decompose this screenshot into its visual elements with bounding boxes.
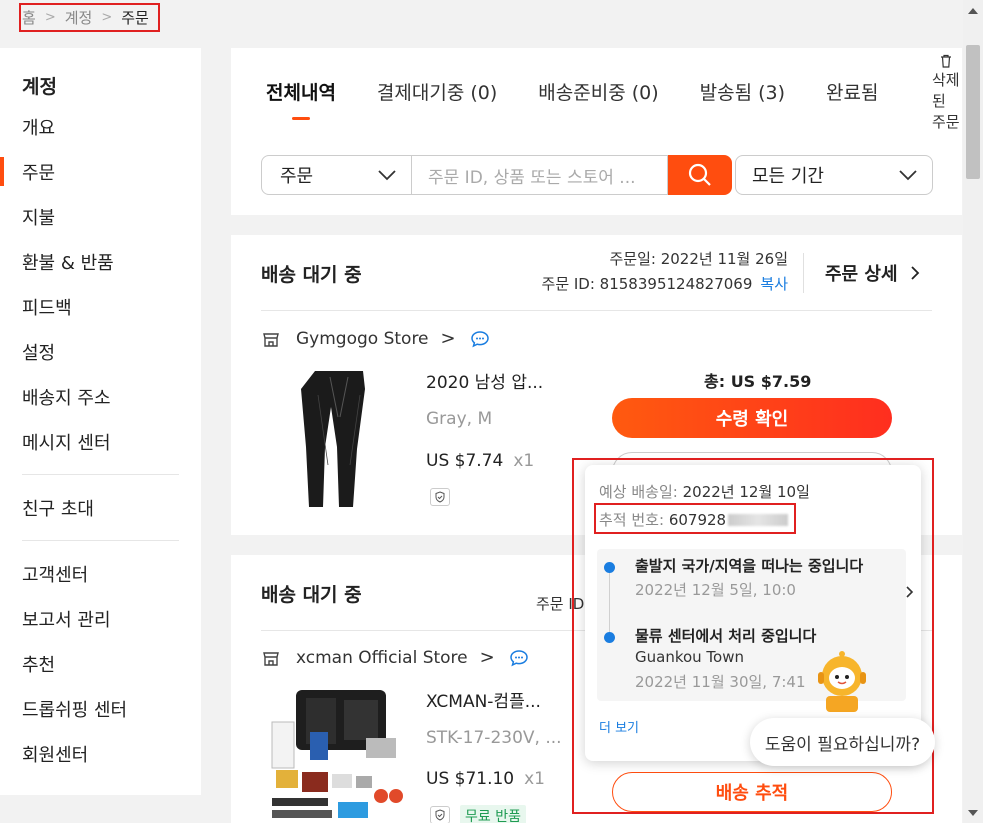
ski-wax-kit-image xyxy=(266,682,412,823)
store-icon xyxy=(263,651,279,666)
divider xyxy=(803,253,804,293)
tab-preparing[interactable]: 배송준비중 (0) xyxy=(538,78,658,105)
order-status: 배송 대기 중 xyxy=(261,584,362,606)
order-total: 총: US $7.59 xyxy=(704,372,812,391)
chat-icon[interactable] xyxy=(470,330,490,348)
order-detail-label: 주문 상세 xyxy=(825,264,898,285)
search-type-select[interactable]: 주문 xyxy=(261,155,412,195)
chevron-down-icon xyxy=(378,170,396,181)
sidebar-item-feedback[interactable]: 피드백 xyxy=(0,284,201,329)
sidebar-item-refunds[interactable]: 환불 & 반품 xyxy=(0,239,201,284)
period-value: 모든 기간 xyxy=(752,166,824,187)
sidebar-item-overview[interactable]: 개요 xyxy=(0,104,201,149)
shield-check-icon xyxy=(435,491,445,503)
highlight-box-breadcrumb xyxy=(19,3,160,32)
scroll-up-arrow[interactable] xyxy=(968,8,978,14)
trash-icon xyxy=(941,54,951,68)
order-meta: 주문일: 2022년 11월 26일 주문 ID: 81583951248270… xyxy=(480,247,788,297)
help-bubble[interactable]: 도움이 필요하십니까? xyxy=(750,718,935,766)
sidebar-item-orders[interactable]: 주문 xyxy=(0,149,201,194)
sidebar-item-recommend[interactable]: 추천 xyxy=(0,641,201,686)
store-row[interactable]: Gymgogo Store > xyxy=(262,328,490,349)
help-mascot[interactable] xyxy=(812,650,872,712)
free-return-badge: 무료 반품 xyxy=(460,805,526,823)
divider xyxy=(261,310,932,311)
tab-awaiting-payment[interactable]: 결제대기중 (0) xyxy=(377,78,497,105)
order-tabs: 전체내역 결제대기중 (0) 배송준비중 (0) 발송됨 (3) 완료됨 xyxy=(266,78,920,120)
confirm-receipt-button[interactable]: 수령 확인 xyxy=(612,398,892,438)
sidebar-item-payment[interactable]: 지불 xyxy=(0,194,201,239)
period-select[interactable]: 모든 기간 xyxy=(735,155,933,195)
copy-order-id-link[interactable]: 복사 xyxy=(760,275,788,293)
search-row: 주문 주문 ID, 상품 또는 스토어 ... 모든 기간 xyxy=(261,155,933,195)
tab-deleted-orders[interactable]: 삭제 된 주문 xyxy=(932,54,966,133)
search-button[interactable] xyxy=(668,155,732,195)
quantity: x1 xyxy=(513,451,535,471)
chevron-right-icon: > xyxy=(440,328,456,349)
search-type-value: 주문 xyxy=(280,166,314,187)
deleted-orders-label-2: 된 xyxy=(932,92,946,110)
shield-check-icon xyxy=(435,809,445,821)
sidebar-divider xyxy=(22,540,179,541)
chevron-right-icon: > xyxy=(479,647,495,668)
order-date: 주문일: 2022년 11월 26일 xyxy=(609,250,788,268)
sidebar-item-settings[interactable]: 설정 xyxy=(0,329,201,374)
sidebar-title: 계정 xyxy=(22,75,57,98)
price-value: US $7.74 xyxy=(426,451,504,471)
sidebar-item-help-center[interactable]: 고객센터 xyxy=(0,551,201,596)
order-status: 배송 대기 중 xyxy=(261,264,362,286)
order-detail-link[interactable]: 주문 상세 xyxy=(825,260,922,286)
search-input[interactable]: 주문 ID, 상품 또는 스토어 ... xyxy=(412,155,668,195)
deleted-orders-label-3: 주문 xyxy=(932,113,960,131)
tab-completed[interactable]: 완료됨 xyxy=(826,78,878,105)
price-value: US $71.10 xyxy=(426,769,515,789)
sidebar-item-addresses[interactable]: 배송지 주소 xyxy=(0,374,201,419)
chevron-right-icon xyxy=(910,266,919,280)
robot-mascot-icon xyxy=(818,651,866,712)
scrollbar[interactable] xyxy=(963,0,983,823)
sidebar: 계정 개요 주문 지불 환불 & 반품 피드백 설정 배송지 주소 메시지 센터… xyxy=(0,48,201,795)
store-row[interactable]: xcman Official Store > xyxy=(262,647,529,668)
product-image[interactable] xyxy=(270,365,410,510)
quantity: x1 xyxy=(524,769,546,789)
scroll-thumb[interactable] xyxy=(966,45,980,179)
sidebar-item-dropshipping[interactable]: 드롭쉬핑 센터 xyxy=(0,686,201,731)
buyer-protection-badge xyxy=(430,488,450,506)
chat-icon[interactable] xyxy=(509,649,529,667)
product-image[interactable] xyxy=(266,682,412,823)
product-variant: Gray, M xyxy=(426,409,493,429)
sidebar-item-membership[interactable]: 회원센터 xyxy=(0,731,201,776)
highlight-box-tracking-number xyxy=(594,503,796,534)
leggings-image xyxy=(301,371,365,507)
store-icon xyxy=(263,332,279,347)
tab-all[interactable]: 전체내역 xyxy=(266,78,336,120)
buyer-protection-badge xyxy=(430,806,450,823)
product-price: US $71.10 x1 xyxy=(426,769,545,789)
store-name[interactable]: Gymgogo Store xyxy=(296,329,429,349)
chevron-down-icon xyxy=(899,170,917,181)
deleted-orders-label-1: 삭제 xyxy=(932,71,960,89)
sidebar-divider xyxy=(22,474,179,475)
search-icon xyxy=(688,163,711,186)
product-price: US $7.74 x1 xyxy=(426,451,534,471)
sidebar-item-reports[interactable]: 보고서 관리 xyxy=(0,596,201,641)
product-name[interactable]: XCMAN-컴플... xyxy=(426,687,541,712)
order-id: 주문 ID: 8158395124827069 xyxy=(541,275,753,293)
scroll-down-arrow[interactable] xyxy=(968,810,978,816)
product-name[interactable]: 2020 남성 압... xyxy=(426,368,543,393)
product-variant: STK-17-230V, ... xyxy=(426,728,562,748)
tab-shipped[interactable]: 발송됨 (3) xyxy=(700,78,785,105)
store-name[interactable]: xcman Official Store xyxy=(296,648,468,668)
sidebar-item-messages[interactable]: 메시지 센터 xyxy=(0,419,201,464)
sidebar-item-invite[interactable]: 친구 초대 xyxy=(0,485,201,530)
